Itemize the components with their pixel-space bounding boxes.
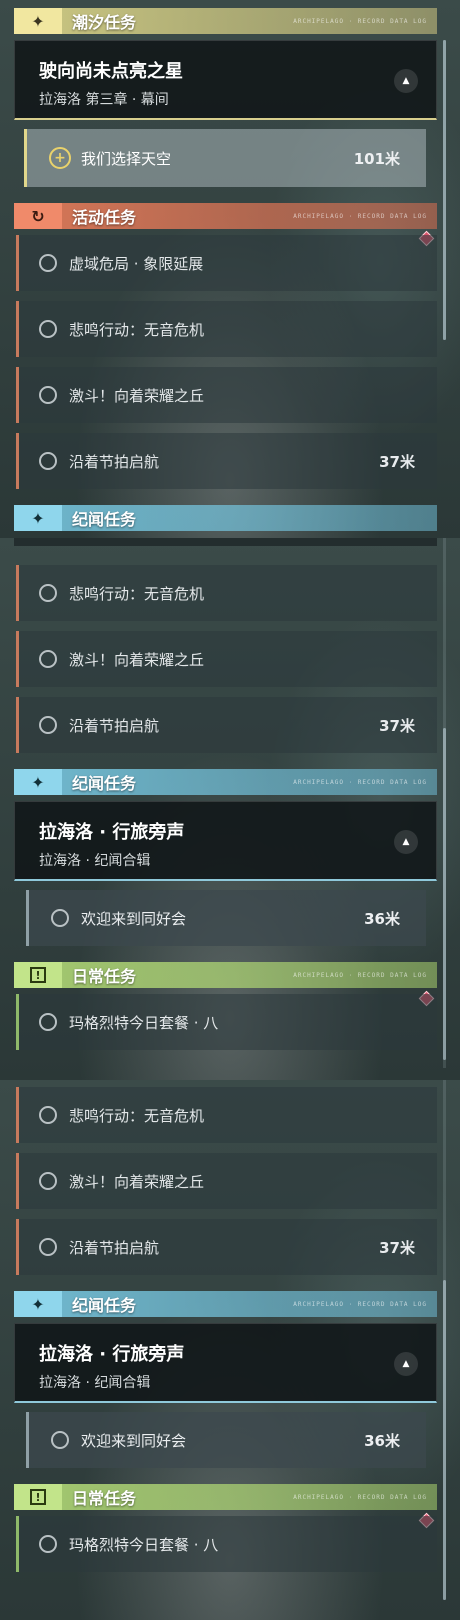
quest-label: 玛格烈特今日套餐 · 八 (69, 1013, 219, 1032)
section-title: 活动任务 (72, 208, 137, 227)
star-icon: ✦ (14, 1291, 62, 1317)
daily-quest-header[interactable]: ! 日常任务 ARCHIPELAGO · RECORD DATA LOG (14, 1484, 437, 1510)
star-icon: ✦ (14, 505, 62, 531)
list-item[interactable]: 沿着节拍启航 37米 (16, 433, 437, 489)
header-decoration: ARCHIPELAGO · RECORD DATA LOG (293, 212, 427, 220)
circle-icon (39, 650, 57, 668)
event-quest-header[interactable]: ↻ 活动任务 ARCHIPELAGO · RECORD DATA LOG (14, 203, 437, 229)
story-quest-header[interactable]: ✦ 纪闻任务 ARCHIPELAGO · RECORD DATA LOG (14, 1291, 437, 1317)
quest-label: 欢迎来到同好会 (81, 909, 187, 928)
collapse-icon[interactable]: ▲ (394, 69, 418, 93)
circle-icon (39, 716, 57, 734)
section-title: 日常任务 (72, 967, 137, 986)
active-quest-item[interactable]: + 我们选择天空 101米 (24, 129, 426, 187)
quest-label: 悲鸣行动：无音危机 (69, 320, 205, 339)
chapter-card[interactable]: 驶向尚未点亮之星 拉海洛 第三章 · 幕间 ▲ (14, 40, 437, 120)
header-decoration: ARCHIPELAGO · RECORD DATA LOG (293, 1493, 427, 1501)
alert-box-icon: ! (14, 1484, 62, 1510)
chapter-subtitle: 拉海洛 · 纪闻合辑 (39, 853, 151, 869)
quest-label: 悲鸣行动：无音危机 (69, 1106, 205, 1125)
list-item-partial (14, 538, 437, 546)
collapse-icon[interactable]: ▲ (394, 1352, 418, 1376)
quest-label: 激斗！向着荣耀之丘 (69, 1172, 205, 1191)
circle-icon (39, 1013, 57, 1031)
circle-icon (39, 1172, 57, 1190)
story-quest-header[interactable]: ✦ 纪闻任务 ARCHIPELAGO · RECORD DATA LOG (14, 769, 437, 795)
list-item[interactable]: 沿着节拍启航 37米 (16, 1219, 437, 1275)
refresh-icon: ↻ (14, 203, 62, 229)
track-quest-icon[interactable]: + (49, 147, 71, 169)
chapter-card[interactable]: 拉海洛 · 行旅旁声 拉海洛 · 纪闻合辑 ▲ (14, 801, 437, 881)
list-item[interactable]: 悲鸣行动：无音危机 (16, 1087, 437, 1143)
circle-icon (39, 452, 57, 470)
quest-label: 激斗！向着荣耀之丘 (69, 650, 205, 669)
collapse-icon[interactable]: ▲ (394, 830, 418, 854)
section-title: 纪闻任务 (72, 1296, 137, 1315)
quest-panel-3: 悲鸣行动：无音危机 激斗！向着荣耀之丘 沿着节拍启航 37米 ✦ 纪闻任务 AR… (0, 1080, 460, 1620)
star-icon: ✦ (14, 8, 62, 34)
circle-icon (39, 386, 57, 404)
list-item[interactable]: 沿着节拍启航 37米 (16, 697, 437, 753)
circle-icon (51, 909, 69, 927)
scrollbar-thumb[interactable] (443, 728, 446, 1060)
alert-box-icon: ! (14, 962, 62, 988)
circle-icon (51, 1431, 69, 1449)
quest-label: 虚域危局 · 象限延展 (69, 254, 204, 273)
chapter-subtitle: 拉海洛 第三章 · 幕间 (39, 92, 169, 108)
star-icon: ✦ (14, 769, 62, 795)
header-decoration: ARCHIPELAGO · RECORD DATA LOG (293, 778, 427, 786)
chapter-title: 拉海洛 · 行旅旁声 (39, 1344, 185, 1365)
quest-label: 沿着节拍启航 (69, 1238, 160, 1257)
quest-panel-2: 悲鸣行动：无音危机 激斗！向着荣耀之丘 沿着节拍启航 37米 ✦ 纪闻任务 AR… (0, 538, 460, 1080)
scrollbar-thumb[interactable] (443, 40, 446, 340)
header-decoration: ARCHIPELAGO · RECORD DATA LOG (293, 971, 427, 979)
circle-icon (39, 320, 57, 338)
list-item[interactable]: 激斗！向着荣耀之丘 (16, 1153, 437, 1209)
quest-label: 激斗！向着荣耀之丘 (69, 386, 205, 405)
chapter-title: 驶向尚未点亮之星 (39, 61, 183, 82)
section-title: 日常任务 (72, 1489, 137, 1508)
quest-label: 沿着节拍启航 (69, 452, 160, 471)
circle-icon (39, 1238, 57, 1256)
quest-label: 欢迎来到同好会 (81, 1431, 187, 1450)
chapter-title: 拉海洛 · 行旅旁声 (39, 822, 185, 843)
quest-distance: 37米 (379, 452, 415, 471)
quest-label: 玛格烈特今日套餐 · 八 (69, 1535, 219, 1554)
quest-label: 沿着节拍启航 (69, 716, 160, 735)
story-sub-item[interactable]: 欢迎来到同好会 36米 (26, 1412, 426, 1468)
list-item[interactable]: 玛格烈特今日套餐 · 八 (16, 994, 437, 1050)
circle-icon (39, 254, 57, 272)
list-item[interactable]: 激斗！向着荣耀之丘 (16, 631, 437, 687)
quest-distance: 37米 (379, 716, 415, 735)
header-decoration: ARCHIPELAGO · RECORD DATA LOG (293, 1300, 427, 1308)
scrollbar-thumb[interactable] (443, 1280, 446, 1600)
list-item[interactable]: 激斗！向着荣耀之丘 (16, 367, 437, 423)
quest-panel-1: ✦ 潮汐任务 ARCHIPELAGO · RECORD DATA LOG 驶向尚… (0, 0, 460, 538)
chapter-subtitle: 拉海洛 · 纪闻合辑 (39, 1375, 151, 1391)
chapter-card[interactable]: 拉海洛 · 行旅旁声 拉海洛 · 纪闻合辑 ▲ (14, 1323, 437, 1403)
quest-label: 我们选择天空 (81, 149, 172, 168)
section-title: 潮汐任务 (72, 13, 137, 32)
trail-quest-header[interactable]: ✦ 潮汐任务 ARCHIPELAGO · RECORD DATA LOG (14, 8, 437, 34)
section-title: 纪闻任务 (72, 510, 137, 529)
list-item[interactable]: 悲鸣行动：无音危机 (16, 301, 437, 357)
story-sub-item[interactable]: 欢迎来到同好会 36米 (26, 890, 426, 946)
list-item[interactable]: 悲鸣行动：无音危机 (16, 565, 437, 621)
section-title: 纪闻任务 (72, 774, 137, 793)
daily-quest-header[interactable]: ! 日常任务 ARCHIPELAGO · RECORD DATA LOG (14, 962, 437, 988)
header-decoration: ARCHIPELAGO · RECORD DATA LOG (293, 17, 427, 25)
quest-distance: 37米 (379, 1238, 415, 1257)
quest-distance: 36米 (364, 1431, 400, 1450)
circle-icon (39, 584, 57, 602)
list-item[interactable]: 玛格烈特今日套餐 · 八 (16, 1516, 437, 1572)
quest-distance: 36米 (364, 909, 400, 928)
quest-distance: 101米 (353, 149, 400, 168)
story-quest-header[interactable]: ✦ 纪闻任务 (14, 505, 437, 531)
quest-label: 悲鸣行动：无音危机 (69, 584, 205, 603)
circle-icon (39, 1106, 57, 1124)
list-item[interactable]: 虚域危局 · 象限延展 (16, 235, 437, 291)
circle-icon (39, 1535, 57, 1553)
